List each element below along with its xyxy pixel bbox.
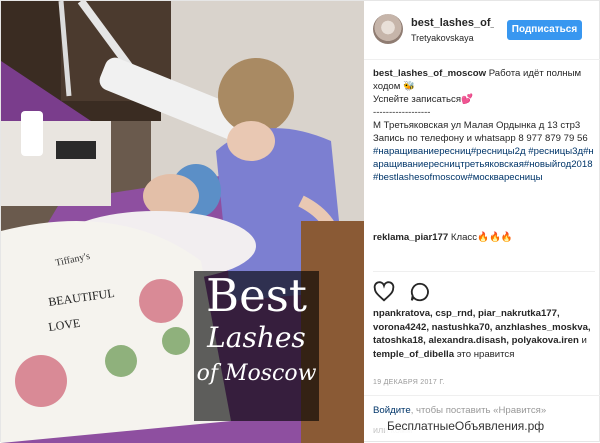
avatar[interactable] [373,14,403,44]
comment-text: Класс [450,232,478,243]
post-caption: best_lashes_of_moscow Работа идёт полным… [373,67,595,184]
logo-line-best: Best [206,269,307,322]
last-liker[interactable]: temple_of_dibella [373,349,454,360]
fire-emoji: 🔥🔥🔥 [477,232,513,243]
bee-emoji: 🐝 [403,81,415,92]
caption-address: М Третьяковская ул Малая Ордынка д 13 ст… [373,120,581,131]
comment-author-link[interactable]: reklama_piar177 [373,232,448,243]
divider [364,395,600,396]
location-link[interactable]: Tretyakovskaya [411,33,474,43]
post-side-panel: best_lashes_of_moscow Tretyakovskaya Под… [364,1,600,443]
post-header: best_lashes_of_moscow Tretyakovskaya Под… [364,1,600,60]
username-link[interactable]: best_lashes_of_moscow [411,17,494,29]
likes-list: npankratova, csp_rnd, piar_nakrutka177, … [373,307,595,361]
login-text: , чтобы поставить «Нравится» [410,405,547,416]
likes-suffix: это нравится [456,348,515,360]
post-actions [373,281,441,305]
follow-button[interactable]: Подписаться [507,20,582,40]
divider [373,271,595,272]
likes-and: и [581,335,587,346]
post-date: 19 ДЕКАБРЯ 2017 Г. [373,379,445,386]
site-watermark: БесплатныеОбъявления.рф [385,419,547,433]
comment-item: reklama_piar177 Класс🔥🔥🔥 [373,231,595,244]
logo-overlay: Best Lashes of Moscow [194,271,319,421]
post-photo[interactable]: Tiffany's BEAUTIFUL LOVE Best Lashes of … [1,1,364,443]
caption-line2: Успейте записаться [373,94,462,105]
heart-icon[interactable] [373,281,395,303]
caption-phone: Запись по телефону и whatsapp 8 977 879 … [373,133,588,144]
logo-line-of-moscow: of Moscow [196,361,317,386]
login-link[interactable]: Войдите [373,405,411,416]
likers-names[interactable]: npankratova, csp_rnd, piar_nakrutka177, … [373,308,591,346]
instagram-post: Tiffany's BEAUTIFUL LOVE Best Lashes of … [0,0,600,443]
caption-hashtags[interactable]: #наращиваниересниц#ресницы2д #ресницы3д#… [373,146,594,183]
hearts-emoji: 💕 [461,94,473,105]
caption-dashes: ------------------ [373,107,431,118]
caption-author-link[interactable]: best_lashes_of_moscow [373,68,486,79]
login-prompt: Войдите, чтобы поставить «Нравится» [373,405,546,416]
comment-icon[interactable] [409,281,431,303]
logo-line-lashes: Lashes [207,321,306,354]
